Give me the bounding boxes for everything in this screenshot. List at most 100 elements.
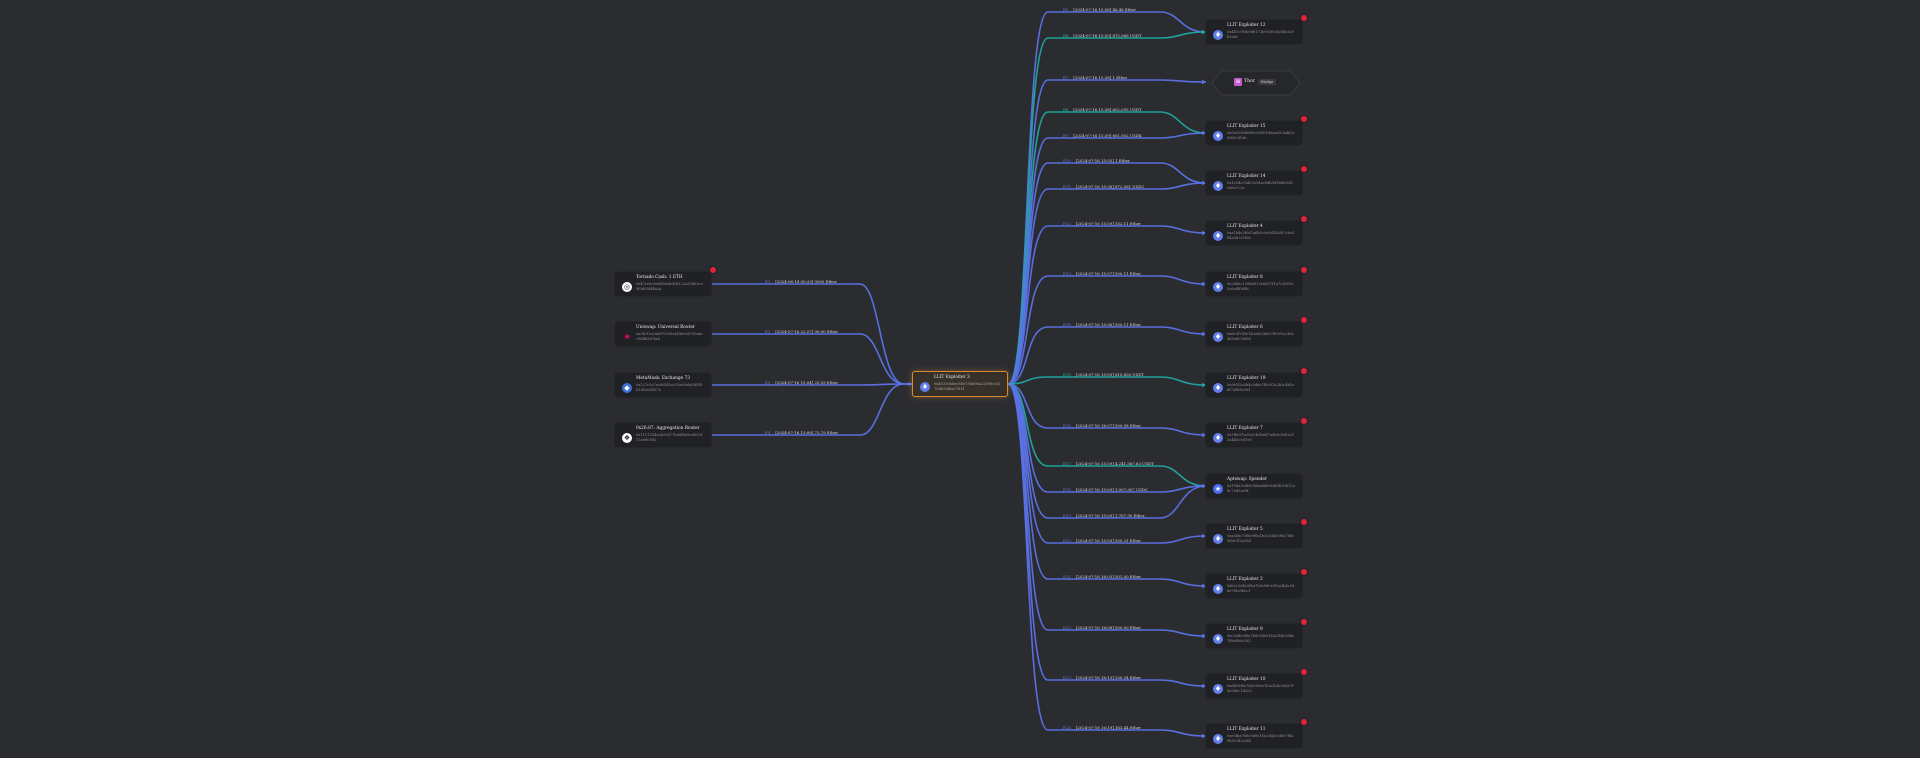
edge-label[interactable]: E13 [2024-07-16 15:57] 500.11 Ether: [1063, 270, 1141, 277]
center-node[interactable]: ♦ LLIT Exploiter 3 0x4033cb8ec88075b69ba22…: [912, 371, 1008, 397]
edge-source-3[interactable]: [711, 383, 912, 436]
target-node-10[interactable]: ♦ LLIT Exploiter 5 0xa5b6c7d8e9f0a1b2c3d4e…: [1206, 519, 1307, 548]
source-node-2[interactable]: ◆ MetaMask: Exchange 73 0x227c5a7ec6d2f2ec…: [615, 373, 711, 397]
edge-target-9-0[interactable]: [1007, 383, 1207, 487]
edge-label[interactable]: E20 [2024-07-16 15:59] 500.31 Ether: [1063, 537, 1141, 544]
edge-label[interactable]: E2 [2024-07-16 22:57] 99.00 Ether: [765, 328, 838, 335]
target-node-4[interactable]: ♦ LLIT Exploiter 4 0xa1b4e2f0d7a6b3c9e8d1f…: [1206, 216, 1307, 245]
node-name: Aptswap: Spender: [1227, 477, 1267, 482]
warning-badge-icon: [710, 267, 716, 273]
edge-id: E18: [1063, 487, 1071, 492]
edge-label[interactable]: E7 [2024-07-16 15:38] 1 Ether: [1063, 74, 1127, 81]
node-name: LLIT Exploiter 8: [1227, 275, 1263, 280]
edge-target-11-0[interactable]: [1007, 383, 1207, 587]
edge-label[interactable]: E23 [2024-07-16 16:13] 200.54 Ether: [1063, 674, 1141, 681]
edge-label[interactable]: E9 [2024-07-16 15:39] 801,502 USDK: [1063, 132, 1142, 139]
edge-target-2-1[interactable]: [1007, 132, 1207, 385]
edge-target-1-0[interactable]: [1007, 79, 1207, 385]
edge-label[interactable]: E12 [2024-07-16 15:59] 532.11 Ether: [1063, 220, 1141, 227]
ethereum-icon: ♦: [1213, 181, 1223, 191]
edge-amount: [2024-07-16 15:59] 1,767.90 Ether: [1075, 513, 1145, 518]
edge-id: E24: [1063, 725, 1071, 730]
edge-id: E11: [1063, 184, 1071, 189]
edge-label[interactable]: E22 [2024-07-16 16:08] 500.00 Ether: [1063, 624, 1141, 631]
edge-id: E14: [1063, 322, 1071, 327]
edge-target-9-1[interactable]: [1007, 383, 1207, 493]
ethereum-icon: ♦: [1213, 231, 1223, 241]
node-name: LLIT Exploiter 15: [1227, 124, 1266, 129]
node-name: LLIT Exploiter 11: [1227, 727, 1266, 732]
node-address: 0xa5b6c7d8e9f0a1b2c3d4e5f6a7b8c9d0e1f2a3…: [1227, 534, 1295, 543]
warning-badge-icon: [1301, 15, 1307, 21]
edge-target-2-0[interactable]: [1007, 111, 1207, 385]
target-node-14[interactable]: ♦ LLIT Exploiter 11 0xe5f6a7b8c9d0e1f2a3b4…: [1206, 719, 1307, 748]
ethereum-icon: ♦: [1213, 534, 1223, 544]
target-node-9[interactable]: ★ Aptswap: Spender 0x194a2e4f8c96ba6d69e4f…: [1206, 474, 1302, 498]
edge-label[interactable]: E16 [2024-07-16 16:07] 500.58 Ether: [1063, 422, 1141, 429]
edge-label[interactable]: E3 [2024-07-16 15:54] 25.53 Ether: [765, 379, 838, 386]
ethereum-icon: ♦: [1213, 383, 1223, 393]
edge-label[interactable]: E5 [2024-07-16 15:58] 46.46 Ether: [1063, 6, 1136, 13]
edge-label[interactable]: E6 [2024-07-16 15:59] 872,566 USDT: [1063, 32, 1141, 39]
edge-amount: [2024-07-16 15:08] 72.79 Ether: [775, 430, 838, 435]
edge-target-4-0[interactable]: [1007, 225, 1207, 385]
edge-label[interactable]: E1 [2024-06-14 00:33] 9000 Ether: [765, 278, 837, 285]
target-node-7[interactable]: ♦ LLIT Exploiter 19 0x9e1f2a3b4c5d6e7f8091…: [1206, 368, 1307, 397]
edge-label[interactable]: E14 [2024-07-16 15:56] 500.11 Ether: [1063, 321, 1141, 328]
warning-badge-icon: [1301, 569, 1307, 575]
warning-badge-icon: [1301, 368, 1307, 374]
target-node-12[interactable]: ♦ LLIT Exploiter 9 0xc3d4e5f6a7b8c9d0e1f2a…: [1206, 619, 1307, 648]
edge-id: E7: [1063, 75, 1069, 80]
edge-target-7-0[interactable]: [1007, 376, 1207, 386]
node-address: 0x9e1f2a3b4c5d6e7f8091a2b3c4d5e6f7a8b9c0…: [1227, 383, 1295, 392]
ethereum-icon: ♦: [1213, 282, 1223, 292]
ethereum-icon: ♦: [1213, 131, 1223, 141]
node-address: 0x194a2e4f8c96ba6d69e4f9b10b12a8c70d3ae9…: [1227, 484, 1295, 493]
warning-badge-icon: [1301, 216, 1307, 222]
source-node-0[interactable]: ◎ Tornado.Cash: 1 ETH 0x47ce0c6ed5b0ebd0d1…: [615, 267, 716, 296]
node-name: LLIT Exploiter 2: [1227, 577, 1263, 582]
edge-amount: [2024-07-16 15:38] 602,095 USDT: [1073, 107, 1142, 112]
edge-label[interactable]: E17 [2024-07-16 15:59] 4,241,567.63 USDT: [1063, 460, 1154, 467]
target-node-13[interactable]: ♦ LLIT Exploiter 10 0xd4e5f6a7b8c9d0e1f2a3…: [1206, 669, 1307, 698]
warning-badge-icon: [1301, 267, 1307, 273]
target-node-5[interactable]: ♦ LLIT Exploiter 8 0x2d86c138b6912e6d07f1a…: [1206, 267, 1307, 296]
source-node-1[interactable]: ❀ Uniswap: Universal Router 0x3fc91a3afd70…: [615, 322, 711, 346]
target-node-0[interactable]: ♦ LLIT Exploiter 12 0x4b1c9f5b9d6172b903fe…: [1206, 15, 1307, 44]
edge-label[interactable]: E15 [2024-07-16 15:59] 810,430 USDT: [1063, 371, 1144, 378]
edge-label[interactable]: E18 [2024-07-16 15:59] 1,007,907 USDC: [1063, 486, 1148, 493]
edge-amount: [2024-07-16 15:54] 25.53 Ether: [775, 380, 838, 385]
edge-amount: [2024-07-16 16:03] 501.00 Ether: [1075, 574, 1141, 579]
edge-target-9-2[interactable]: [1007, 383, 1207, 519]
warning-badge-icon: [1301, 519, 1307, 525]
target-node-8[interactable]: ♦ LLIT Exploiter 7 0x7f8091a2b3c4d5e6f7a8b…: [1206, 418, 1307, 447]
edge-label[interactable]: E8 [2024-07-16 15:38] 602,095 USDT: [1063, 106, 1141, 113]
edge-amount: [2024-07-16 15:59] 1,007,907 USDC: [1075, 487, 1149, 492]
node-address: 0xd4e5f6a7b8c9d0e1f2a3b4c5d6e7f8a9b0c1d2…: [1227, 684, 1294, 693]
ethereum-icon: ♦: [1213, 734, 1223, 744]
edge-label[interactable]: E21 [2024-07-16 16:03] 501.00 Ether: [1063, 573, 1141, 580]
edge-label[interactable]: E11 [2024-07-16 15:36] 872,561 USDC: [1063, 183, 1144, 190]
edge-label[interactable]: E4 [2024-07-16 15:08] 72.79 Ether: [765, 429, 838, 436]
node-name: 0x26:87: Aggregation Router: [636, 426, 700, 431]
warning-badge-icon: [1301, 166, 1307, 172]
target-node-11[interactable]: ♦ LLIT Exploiter 2 0xb2c3d4e5f6a7b8c9d0e1f…: [1206, 569, 1307, 598]
edge-id: E16: [1063, 423, 1071, 428]
ethereum-icon: ♦: [1213, 684, 1223, 694]
node-name: LLIT Exploiter 10: [1227, 677, 1266, 682]
edge-label[interactable]: E19 [2024-07-16 15:59] 1,767.90 Ether: [1063, 512, 1145, 519]
target-node-6[interactable]: ♦ LLIT Exploiter 6 0x6c3f7d9e1b2a4c5d6e7f8…: [1206, 317, 1307, 346]
edge-label[interactable]: E24 [2024-07-16 16:19] 163.44 Ether: [1063, 724, 1141, 731]
node-address: 0x4b1c9f5b9d6172b903fe2bcf4e3a9b5a6c: [1227, 30, 1294, 39]
edge-id: E5: [1063, 7, 1069, 12]
edge-target-13-0[interactable]: [1007, 383, 1207, 687]
edge-amount: [2024-07-16 15:58] 46.46 Ether: [1073, 7, 1136, 12]
edge-label[interactable]: E10 [2024-07-16 15:55] 1 Ether: [1063, 157, 1130, 164]
bridge-node[interactable]: ≡ Thor Bridge: [1206, 70, 1306, 96]
target-node-3[interactable]: ♦ LLIT Exploiter 14 0x1e54c55d03e18ac8db9d…: [1206, 166, 1307, 195]
edge-id: E19: [1063, 513, 1071, 518]
node-name: LLIT Exploiter 9: [1227, 627, 1263, 632]
source-node-3[interactable]: ❖ 0x26:87: Aggregation Router 0x1111254eeb…: [615, 423, 711, 447]
metamask-icon: ◆: [622, 383, 632, 393]
target-node-2[interactable]: ♦ LLIT Exploiter 15 0x5a01d5d6f0e283f91dda…: [1206, 116, 1307, 145]
